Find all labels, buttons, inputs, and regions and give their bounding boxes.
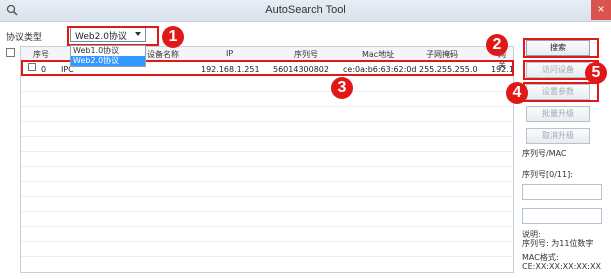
column-mask: 子网掩码	[426, 50, 458, 59]
column-index: 序号	[33, 50, 49, 59]
grid-line	[21, 136, 513, 137]
protocol-label: 协议类型	[6, 33, 43, 43]
grid-line	[21, 91, 513, 92]
mac-input[interactable]	[522, 208, 602, 224]
select-all-checkbox[interactable]	[6, 48, 15, 57]
batch-upgrade-button[interactable]: 批量升级	[526, 106, 590, 122]
grid-line	[21, 196, 513, 197]
callout-badge-3: 3	[331, 77, 353, 99]
grid-line	[21, 241, 513, 242]
callout-badge-2: 2	[486, 34, 508, 56]
serial-mac-title: 序列号/MAC	[522, 149, 567, 158]
grid-line	[21, 211, 513, 212]
callout-badge-4: 4	[506, 82, 528, 104]
column-mac: Mac地址	[362, 50, 395, 59]
column-ip: IP	[226, 49, 234, 58]
note-mac-format: CE:XX:XX:XX:XX:XX	[522, 262, 601, 271]
column-serial: 序列号	[294, 50, 318, 59]
close-button[interactable]: ×	[591, 0, 611, 20]
grid-line	[21, 166, 513, 167]
column-device-name: 设备名称	[147, 50, 179, 59]
title-bar: AutoSearch Tool ×	[0, 0, 611, 22]
protocol-option-web2[interactable]: Web2.0协议	[71, 56, 145, 66]
grid-line	[21, 256, 513, 257]
protocol-dropdown: Web1.0协议 Web2.0协议	[70, 45, 146, 67]
cancel-upgrade-button[interactable]: 取消升级	[526, 128, 590, 144]
window-title: AutoSearch Tool	[265, 4, 346, 16]
highlight-search-button	[523, 38, 599, 58]
callout-badge-1: 1	[162, 26, 184, 48]
grid-line	[21, 151, 513, 152]
highlight-protocol-select	[67, 26, 159, 46]
serial-counter: 序列号[0/11]:	[522, 170, 573, 179]
protocol-option-web1[interactable]: Web1.0协议	[71, 46, 145, 56]
highlight-params-button	[523, 82, 599, 102]
grid-line	[21, 226, 513, 227]
note-serial: 序列号: 为11位数字	[522, 239, 594, 248]
grid-line	[21, 106, 513, 107]
callout-badge-5: 5	[585, 62, 607, 84]
serial-input[interactable]	[522, 184, 602, 200]
device-table: 序号 设备名称 IP 序列号 Mac地址 子网掩码 网关 0 IPC 192.1…	[20, 46, 514, 273]
grid-line	[21, 181, 513, 182]
grid-line	[21, 121, 513, 122]
